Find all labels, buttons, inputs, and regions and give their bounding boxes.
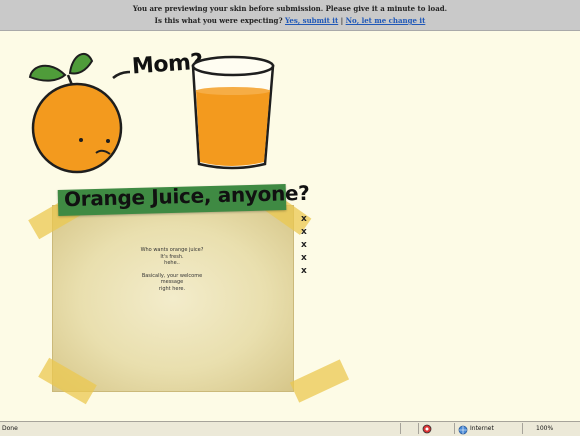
nav-marks: x x x x x xyxy=(301,213,307,278)
nav-link-icon[interactable]: x xyxy=(301,226,307,239)
tape-bottom-right xyxy=(289,359,350,403)
welcome-line: Basically, your welcome message xyxy=(141,272,203,286)
submit-skin-link[interactable]: Yes, submit it xyxy=(285,16,338,25)
browser-status-bar: Done Internet 100% xyxy=(0,421,580,436)
nav-link-icon[interactable]: x xyxy=(301,239,307,252)
welcome-line: right here. xyxy=(158,285,186,292)
globe-icon xyxy=(458,425,468,435)
preview-question-line: Is this what you were expecting? Yes, su… xyxy=(0,15,580,27)
welcome-line: Who wants orange juice? xyxy=(140,247,204,253)
nav-link-icon[interactable]: x xyxy=(301,265,307,278)
change-skin-link[interactable]: No, let me change it xyxy=(346,16,426,25)
status-text: Done xyxy=(2,425,18,432)
welcome-message: Who wants orange juice? It's fresh. hehe… xyxy=(132,247,212,292)
nav-link-icon[interactable]: x xyxy=(301,252,307,265)
security-zone-label: Internet xyxy=(470,425,494,432)
zoom-level[interactable]: 100% xyxy=(536,425,553,432)
content-panel xyxy=(52,205,294,392)
preview-message: You are previewing your skin before subm… xyxy=(132,4,448,13)
juice-glass-icon xyxy=(191,55,275,170)
preview-banner: You are previewing your skin before subm… xyxy=(0,0,580,31)
nav-link-icon[interactable]: x xyxy=(301,213,307,226)
preview-question: Is this what you were expecting? xyxy=(154,16,283,25)
link-separator: | xyxy=(340,16,344,25)
security-icon xyxy=(422,424,432,434)
orange-character-icon xyxy=(28,52,130,174)
